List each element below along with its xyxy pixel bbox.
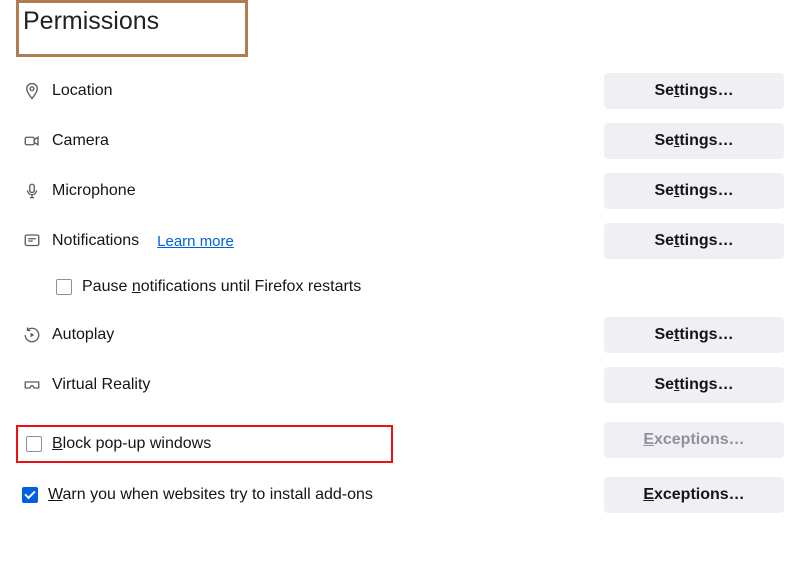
block-popups-row-container: Block pop-up windows Exceptions… [16,413,784,467]
section-title: Permissions [21,3,165,38]
block-popups-exceptions-button[interactable]: Exceptions… [604,422,784,458]
autoplay-icon [22,325,42,345]
warn-addons-label: Warn you when websites try to install ad… [48,486,373,504]
warn-addons-checkbox[interactable] [22,487,38,503]
camera-icon [22,131,42,151]
permission-row-vr: Virtual Reality Settings… [16,363,784,407]
permission-row-location: Location Settings… [16,69,784,113]
pause-notifications-checkbox[interactable] [56,279,72,295]
section-title-highlight: Permissions [16,0,248,57]
vr-settings-button[interactable]: Settings… [604,367,784,403]
permission-row-notifications: Notifications Learn more Settings… [16,219,784,263]
block-popups-highlight: Block pop-up windows [16,425,393,463]
microphone-label: Microphone [52,182,136,200]
notifications-settings-button[interactable]: Settings… [604,223,784,259]
notifications-learn-more-link[interactable]: Learn more [157,233,234,250]
permission-row-camera: Camera Settings… [16,119,784,163]
notifications-label: Notifications [52,232,139,250]
camera-settings-button[interactable]: Settings… [604,123,784,159]
microphone-icon [22,181,42,201]
notifications-icon [22,231,42,251]
permission-row-microphone: Microphone Settings… [16,169,784,213]
warn-addons-exceptions-button[interactable]: Exceptions… [604,477,784,513]
vr-label: Virtual Reality [52,376,150,394]
permission-row-autoplay: Autoplay Settings… [16,313,784,357]
pause-notifications-row: Pause notifications until Firefox restar… [16,269,784,305]
autoplay-settings-button[interactable]: Settings… [604,317,784,353]
vr-icon [22,375,42,395]
location-settings-button[interactable]: Settings… [604,73,784,109]
block-popups-label: Block pop-up windows [52,435,211,453]
camera-label: Camera [52,132,109,150]
autoplay-label: Autoplay [52,326,114,344]
block-popups-checkbox[interactable] [26,436,42,452]
microphone-settings-button[interactable]: Settings… [604,173,784,209]
warn-addons-row: Warn you when websites try to install ad… [16,473,784,517]
pause-notifications-label: Pause notifications until Firefox restar… [82,278,361,296]
location-label: Location [52,82,113,100]
location-icon [22,81,42,101]
